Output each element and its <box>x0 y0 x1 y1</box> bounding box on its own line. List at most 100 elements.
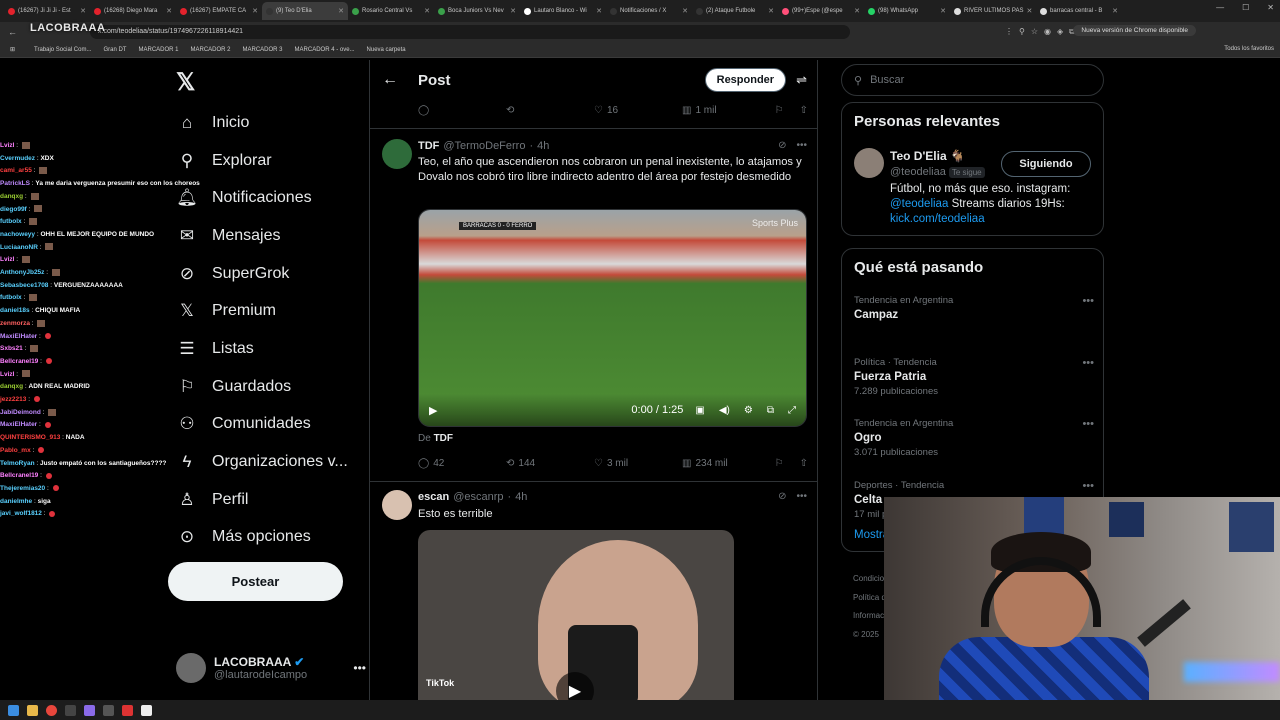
bookmark-icon[interactable]: ⚐ <box>775 105 784 116</box>
tweet-author-handle[interactable]: @escanrp <box>453 491 503 503</box>
nav-item-lists[interactable]: ☰ Listas <box>176 330 366 368</box>
browser-tab[interactable]: RIVER ULTIMOS PAS ✕ <box>950 2 1036 20</box>
tab-close-icon[interactable]: ✕ <box>768 7 774 15</box>
tab-close-icon[interactable]: ✕ <box>166 7 172 15</box>
tab-close-icon[interactable]: ✕ <box>596 7 602 15</box>
browser-tab[interactable]: Rosario Central Vs ✕ <box>348 2 434 20</box>
back-icon[interactable]: ← <box>8 27 17 37</box>
nav-item-notifications[interactable]: 🔔︎ Notificaciones <box>176 179 366 217</box>
url-field[interactable]: x.com/teodeliaa/status/19749672261189144… <box>90 25 850 39</box>
fullscreen-icon[interactable]: ⤢ <box>788 405 796 416</box>
app-icon[interactable] <box>141 704 152 716</box>
pip-icon[interactable]: ⧉ <box>767 405 774 416</box>
browser-tab[interactable]: (99+)Espe (@espe ✕ <box>778 2 864 20</box>
back-arrow-icon[interactable]: ← <box>382 71 418 89</box>
volume-icon[interactable]: ◀) <box>719 405 730 416</box>
trend-item[interactable]: Tendencia en Argentina Campaz ••• <box>854 295 1094 321</box>
app-icon[interactable] <box>103 704 114 716</box>
repost-action[interactable]: ⟲ 144 <box>506 458 594 469</box>
nav-item-home[interactable]: ⌂ Inicio <box>176 104 366 142</box>
minimize-icon[interactable]: — <box>1216 3 1224 12</box>
repost-action[interactable]: ⟲ <box>506 105 594 116</box>
like-action[interactable]: ♡ 3 mil <box>594 458 682 469</box>
captions-icon[interactable]: ▣ <box>695 405 704 416</box>
nav-item-bookmarks[interactable]: ⚐ Guardados <box>176 368 366 406</box>
video-player[interactable]: TikTok ▶ <box>418 530 734 700</box>
bookmark-item[interactable]: MARCADOR 1 <box>138 47 178 53</box>
more-icon[interactable]: ••• <box>1082 357 1094 369</box>
bookmark-item[interactable]: Nueva carpeta <box>367 47 406 53</box>
grok-icon[interactable]: ⊘ <box>778 140 786 151</box>
browser-tab[interactable]: (9) Teo D'Elia ✕ <box>262 2 348 20</box>
file-explorer-icon[interactable] <box>27 704 38 716</box>
video-source-link[interactable]: TDF <box>434 433 453 444</box>
nav-item-supergrok[interactable]: ⊘ SuperGrok <box>176 255 366 293</box>
app-icon[interactable] <box>84 704 95 716</box>
tweet-time[interactable]: 4h <box>537 140 549 152</box>
more-icon[interactable]: ••• <box>1082 480 1094 492</box>
more-icon[interactable]: ••• <box>796 491 807 502</box>
windows-start-icon[interactable] <box>8 704 19 716</box>
trend-item[interactable]: Tendencia en Argentina Ogro 3.071 publicac… <box>854 418 1094 458</box>
browser-tab[interactable]: (98) WhatsApp ✕ <box>864 2 950 20</box>
tab-close-icon[interactable]: ✕ <box>80 7 86 15</box>
trend-item[interactable]: Política · Tendencia Fuerza Patria 7.289 p… <box>854 357 1094 397</box>
tab-close-icon[interactable]: ✕ <box>424 7 430 15</box>
tweet-time[interactable]: 4h <box>515 491 527 503</box>
bookmark-icon[interactable]: ⚐ <box>775 458 784 469</box>
browser-tab[interactable]: Boca Juniors Vs Nev ✕ <box>434 2 520 20</box>
tab-close-icon[interactable]: ✕ <box>1112 7 1118 15</box>
tab-close-icon[interactable]: ✕ <box>510 7 516 15</box>
browser-tab[interactable]: Lautaro Blanco - Wi ✕ <box>520 2 606 20</box>
reply-button[interactable]: Responder <box>704 68 787 92</box>
avatar[interactable] <box>854 148 884 178</box>
reply-action[interactable]: ◯ <box>418 105 506 116</box>
views-action[interactable]: ▥ 234 mil <box>682 458 770 469</box>
filter-icon[interactable]: ⇌ <box>796 72 807 88</box>
app-icon[interactable] <box>122 704 133 716</box>
account-switcher[interactable]: LACOBRAAA ✔ @lautarodeIcampo ••• <box>176 650 366 686</box>
settings-icon[interactable]: ⚙ <box>744 405 753 416</box>
share-icon[interactable]: ⇧ <box>800 458 808 469</box>
browser-tab[interactable]: (2) Ataque Futbole ✕ <box>692 2 778 20</box>
share-icon[interactable]: ⇧ <box>800 105 808 116</box>
x-logo-icon[interactable]: 𝕏 <box>176 68 195 97</box>
browser-tab[interactable]: Notificaciones / X ✕ <box>606 2 692 20</box>
obs-icon[interactable] <box>65 704 76 716</box>
browser-tab[interactable]: (16267) Ji Ji Ji - Est ✕ <box>4 2 90 20</box>
browser-tab[interactable]: (16267) EMPATE CA ✕ <box>176 2 262 20</box>
chrome-icon[interactable] <box>46 704 57 716</box>
more-icon[interactable]: ••• <box>796 140 807 151</box>
extension-icons[interactable]: ⋮⚲☆◉◈⧉ <box>1005 27 1081 37</box>
tab-close-icon[interactable]: ✕ <box>252 7 258 15</box>
person-name[interactable]: Teo D'Elia 🐐 <box>890 149 965 163</box>
bookmark-item[interactable]: Trabajo Social Com... <box>34 47 91 53</box>
nav-item-communities[interactable]: ⚇ Comunidades <box>176 406 366 444</box>
tab-close-icon[interactable]: ✕ <box>682 7 688 15</box>
bookmark-item[interactable]: MARCADOR 3 <box>243 47 283 53</box>
tweet[interactable]: escan @escanrp · 4h ⊘ ••• Esto es terribl… <box>370 481 817 700</box>
search-input[interactable]: ⚲ Buscar <box>841 64 1104 96</box>
like-action[interactable]: ♡ 16 <box>594 105 682 116</box>
video-player[interactable]: BARRACAS 0 - 0 FERRO Sports Plus ▶ 0:00 … <box>418 209 807 427</box>
bio-link[interactable]: @teodeliaa <box>890 198 948 210</box>
bio-link[interactable]: kick.com/teodeliaa <box>890 213 985 225</box>
nav-item-profile[interactable]: ♙ Perfil <box>176 481 366 519</box>
tab-close-icon[interactable]: ✕ <box>940 7 946 15</box>
maximize-icon[interactable]: ☐ <box>1242 3 1249 12</box>
play-icon[interactable]: ▶ <box>429 404 437 417</box>
browser-tab[interactable]: (16268) Diego Mara ✕ <box>90 2 176 20</box>
more-icon[interactable]: ••• <box>1082 418 1094 430</box>
reply-action[interactable]: ◯ 42 <box>418 458 506 469</box>
nav-item-more[interactable]: ⊙ Más opciones <box>176 519 366 557</box>
grok-icon[interactable]: ⊘ <box>778 491 786 502</box>
bookmark-item[interactable]: MARCADOR 4 - ove... <box>295 47 355 53</box>
nav-item-explore[interactable]: ⚲ Explorar <box>176 142 366 180</box>
chrome-update-button[interactable]: Nueva versión de Chrome disponible <box>1073 25 1196 36</box>
more-icon[interactable]: ••• <box>1082 295 1094 307</box>
tab-close-icon[interactable]: ✕ <box>338 7 344 15</box>
views-action[interactable]: ▥ 1 mil <box>682 105 770 116</box>
close-icon[interactable]: ✕ <box>1267 3 1274 12</box>
tab-close-icon[interactable]: ✕ <box>854 7 860 15</box>
tweet[interactable]: TDF @TermoDeFerro · 4h ⊘ ••• Teo, el año … <box>370 128 817 480</box>
